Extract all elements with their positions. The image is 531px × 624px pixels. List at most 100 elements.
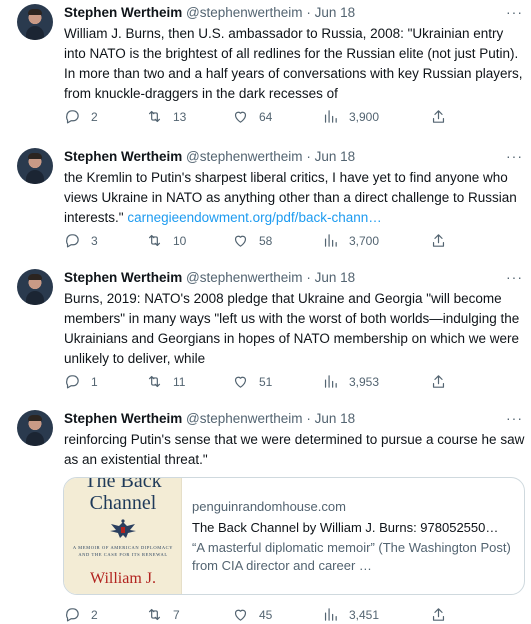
retweet-button[interactable]: 13 [146, 108, 186, 125]
author-handle[interactable]: @stephenwertheim [186, 270, 303, 285]
tweet[interactable]: Stephen Wertheim @stephenwertheim · Jun … [0, 0, 531, 130]
avatar[interactable] [17, 410, 53, 446]
cover-subtitle: A MEMOIR OF AMERICAN DIPLOMACY AND THE C… [72, 545, 174, 557]
card-info: penguinrandomhouse.com The Back Channel … [192, 498, 518, 575]
card-title: The Back Channel by William J. Burns: 97… [192, 520, 499, 535]
tweet-date[interactable]: Jun 18 [315, 270, 356, 285]
retweet-button[interactable]: 7 [146, 606, 180, 623]
reply-bubble-icon [66, 234, 79, 248]
view-count: 3,900 [349, 109, 380, 124]
views-button[interactable]: 3,700 [322, 232, 379, 249]
avatar[interactable] [17, 269, 53, 305]
reply-button[interactable]: 1 [64, 373, 98, 390]
retweet-count: 13 [173, 109, 187, 124]
view-count: 3,451 [349, 607, 380, 622]
cover-title-line2: Channel [89, 492, 157, 514]
tweet-date[interactable]: Jun 18 [315, 5, 356, 20]
retweet-button[interactable]: 11 [146, 373, 185, 390]
author-handle[interactable]: @stephenwertheim [186, 411, 303, 426]
author-handle[interactable]: @stephenwertheim [186, 149, 303, 164]
like-button[interactable]: 64 [232, 108, 272, 125]
tweet-header: Stephen Wertheim @stephenwertheim · Jun … [64, 4, 355, 22]
avatar[interactable] [17, 4, 53, 40]
author-name[interactable]: Stephen Wertheim [64, 411, 182, 426]
tweet-actions: 2 13 64 3,900 [64, 108, 494, 128]
reply-button[interactable]: 2 [64, 108, 98, 125]
views-button[interactable]: 3,953 [322, 373, 379, 390]
cover-title-line1: The Back [84, 478, 162, 492]
tweet-text: the Kremlin to Putin's sharpest liberal … [64, 168, 526, 228]
link-preview-card[interactable]: The Back Channel A MEMOIR OF AMERICAN DI… [63, 477, 525, 595]
tweet-actions: 1 11 51 3,953 [64, 373, 494, 393]
tweet-header: Stephen Wertheim @stephenwertheim · Jun … [64, 269, 355, 287]
tweet-text-content: William J. Burns, then U.S. ambassador t… [64, 26, 523, 101]
book-cover-image: The Back Channel A MEMOIR OF AMERICAN DI… [64, 478, 182, 594]
more-options-icon[interactable]: ··· [506, 269, 523, 285]
share-upload-icon [432, 110, 445, 123]
share-button[interactable] [430, 606, 447, 623]
share-button[interactable] [430, 108, 447, 125]
tweet-text-content: reinforcing Putin's sense that we were d… [64, 432, 525, 467]
reply-count: 2 [91, 109, 98, 124]
card-description: “A masterful diplomatic memoir” (The Was… [192, 540, 511, 573]
tweet-date[interactable]: Jun 18 [315, 149, 356, 164]
views-bar-chart-icon [324, 110, 337, 123]
tweet-header: Stephen Wertheim @stephenwertheim · Jun … [64, 410, 355, 428]
reply-count: 3 [91, 233, 98, 248]
more-options-icon[interactable]: ··· [506, 410, 523, 426]
reply-button[interactable]: 3 [64, 232, 98, 249]
separator: · [306, 411, 311, 426]
author-name[interactable]: Stephen Wertheim [64, 149, 182, 164]
tweet-text: reinforcing Putin's sense that we were d… [64, 430, 526, 470]
tweet-date[interactable]: Jun 18 [315, 411, 356, 426]
views-bar-chart-icon [324, 234, 337, 247]
share-button[interactable] [430, 232, 447, 249]
retweet-arrows-icon [148, 110, 161, 123]
reply-bubble-icon [66, 375, 79, 389]
views-button[interactable]: 3,900 [322, 108, 379, 125]
author-name[interactable]: Stephen Wertheim [64, 270, 182, 285]
reply-bubble-icon [66, 608, 79, 622]
cover-author: William J. [89, 570, 156, 587]
share-upload-icon [432, 608, 445, 621]
tweet-link[interactable]: carnegieendowment.org/pdf/back-chann… [127, 210, 381, 225]
views-bar-chart-icon [324, 608, 337, 621]
tweet-text-content: Burns, 2019: NATO's 2008 pledge that Ukr… [64, 291, 520, 366]
author-name[interactable]: Stephen Wertheim [64, 5, 182, 20]
tweet-header: Stephen Wertheim @stephenwertheim · Jun … [64, 148, 355, 166]
heart-icon [234, 376, 247, 388]
reply-count: 1 [91, 374, 98, 389]
reply-button[interactable]: 2 [64, 606, 98, 623]
views-bar-chart-icon [324, 375, 337, 388]
like-count: 51 [259, 374, 273, 389]
more-options-icon[interactable]: ··· [506, 4, 523, 20]
separator: · [306, 270, 311, 285]
tweet-actions: 2 7 45 3,451 [64, 606, 494, 624]
avatar[interactable] [17, 148, 53, 184]
share-button[interactable] [430, 373, 447, 390]
view-count: 3,700 [349, 233, 380, 248]
like-count: 45 [259, 607, 273, 622]
like-button[interactable]: 58 [232, 232, 272, 249]
more-options-icon[interactable]: ··· [506, 148, 523, 164]
reply-count: 2 [91, 607, 98, 622]
reply-bubble-icon [66, 110, 79, 124]
like-button[interactable]: 45 [232, 606, 272, 623]
retweet-button[interactable]: 10 [146, 232, 186, 249]
retweet-count: 11 [173, 374, 186, 389]
retweet-arrows-icon [148, 608, 161, 621]
view-count: 3,953 [349, 374, 380, 389]
tweet-text: Burns, 2019: NATO's 2008 pledge that Ukr… [64, 289, 526, 369]
author-handle[interactable]: @stephenwertheim [186, 5, 303, 20]
like-button[interactable]: 51 [232, 373, 272, 390]
tweet[interactable]: Stephen Wertheim @stephenwertheim · Jun … [0, 146, 531, 256]
like-count: 64 [259, 109, 273, 124]
tweet[interactable]: Stephen Wertheim @stephenwertheim · Jun … [0, 269, 531, 389]
like-count: 58 [259, 233, 273, 248]
retweet-count: 10 [173, 233, 187, 248]
tweet-text: William J. Burns, then U.S. ambassador t… [64, 24, 526, 104]
retweet-arrows-icon [148, 234, 161, 247]
retweet-count: 7 [173, 607, 180, 622]
share-upload-icon [432, 375, 445, 388]
views-button[interactable]: 3,451 [322, 606, 379, 623]
